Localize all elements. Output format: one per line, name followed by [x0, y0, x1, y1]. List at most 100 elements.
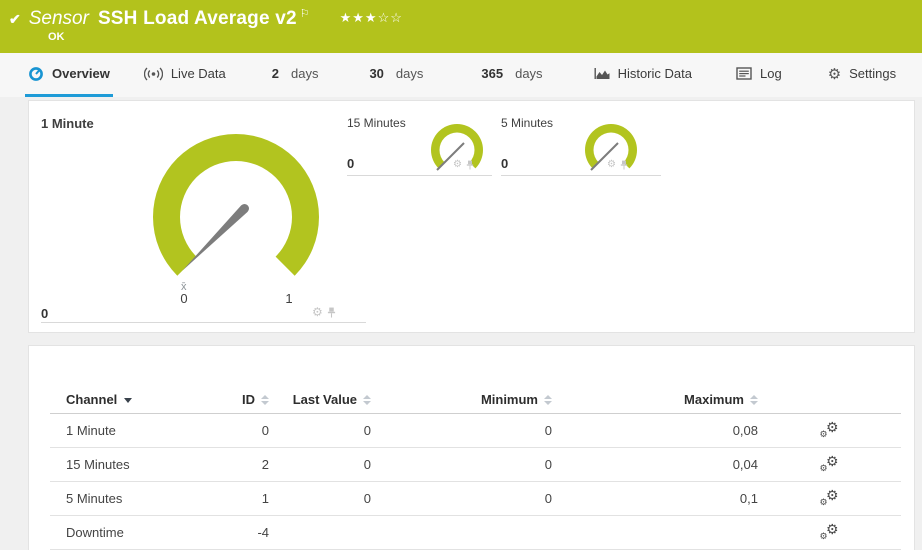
cell-minimum: 0: [371, 413, 552, 448]
status-badge: OK: [48, 31, 65, 43]
cell-channel[interactable]: 1 Minute: [50, 413, 190, 448]
sensor-kind-label: Sensor: [28, 8, 89, 29]
gear-icon: ⚙: [819, 462, 828, 473]
sort-toggle-icon: [544, 395, 552, 406]
gauge-5min-dial[interactable]: [579, 118, 643, 182]
tab-365-days-number: 365: [481, 66, 504, 81]
column-header-maximum[interactable]: Maximum: [552, 386, 758, 414]
column-header-id[interactable]: ID: [190, 386, 269, 414]
page-title: SSH Load Average v2: [97, 8, 297, 29]
gauge-15min-divider: [347, 175, 492, 176]
gauge-15min-settings-icon[interactable]: ⚙: [453, 159, 462, 170]
cell-channel[interactable]: 15 Minutes: [50, 447, 190, 482]
column-header-minimum[interactable]: Minimum: [371, 386, 552, 414]
gear-icon: ⚙: [825, 520, 839, 537]
tab-historic-data[interactable]: Historic Data: [591, 53, 695, 97]
channel-settings-icon[interactable]: ⚙ ⚙: [820, 520, 839, 541]
tab-log-label: Log: [759, 66, 782, 81]
channels-card: Channel ID Last Value Minimum Maximum 1 …: [28, 345, 915, 550]
cell-last-value: 0: [269, 481, 371, 516]
channel-settings-icon[interactable]: ⚙ ⚙: [819, 419, 839, 439]
table-header-row: Channel ID Last Value Minimum Maximum: [50, 386, 901, 414]
column-header-maximum-label: Maximum: [684, 391, 744, 407]
sort-toggle-icon: [750, 395, 758, 406]
tab-historic-data-label: Historic Data: [617, 66, 692, 81]
gear-icon: ⚙: [827, 65, 842, 83]
tab-live-data-label: Live Data: [170, 66, 226, 81]
gauges-card: 1 Minute x̄ 0 1 0 ⚙ 15 Minutes 0 ⚙ 5 Min…: [28, 100, 915, 333]
gauge-1min-pin-icon[interactable]: [327, 307, 336, 318]
gauge-1min-tick-max: 1: [285, 291, 293, 306]
cell-minimum: [371, 515, 552, 550]
gear-icon: ⚙: [825, 452, 839, 469]
gauge-1min-dial[interactable]: [146, 127, 326, 277]
cell-maximum: 0,1: [552, 481, 758, 516]
channel-settings-icon[interactable]: ⚙ ⚙: [819, 452, 839, 473]
gauge-1min-title: 1 Minute: [41, 116, 94, 131]
gear-icon: ⚙: [819, 428, 828, 439]
gauge-icon: [29, 66, 43, 81]
cell-minimum: 0: [371, 481, 552, 516]
tab-live-data[interactable]: Live Data: [141, 53, 229, 97]
stars-empty: ☆☆: [377, 10, 403, 25]
sort-toggle-icon: [363, 395, 371, 406]
gauge-15min-title: 15 Minutes: [347, 116, 406, 130]
gear-icon: ⚙: [819, 496, 828, 507]
tab-log[interactable]: Log: [733, 53, 785, 97]
cell-maximum: 0,04: [552, 447, 758, 482]
tab-30-days-label: days: [395, 66, 424, 81]
stars-filled: ★★★: [339, 10, 378, 25]
gauge-5min-divider: [501, 175, 661, 176]
column-header-last-value[interactable]: Last Value: [269, 386, 371, 414]
tab-2-days[interactable]: 2 days: [269, 53, 322, 97]
gauge-1min-value: 0: [41, 306, 49, 321]
gauge-1min-tick-min: 0: [180, 291, 188, 306]
gauge-15min-pin-icon[interactable]: [466, 160, 474, 170]
cell-last-value: 0: [269, 413, 371, 448]
cell-last-value: 0: [269, 447, 371, 482]
column-header-channel-label: Channel: [66, 391, 118, 407]
channel-settings-icon[interactable]: ⚙ ⚙: [819, 486, 839, 507]
gauge-needle: [182, 204, 249, 271]
tab-365-days[interactable]: 365 days: [478, 53, 545, 97]
sensor-page: ✔ Sensor SSH Load Average v2 ⚐ ★★★☆☆ OK …: [0, 0, 922, 550]
sort-desc-icon: [124, 397, 133, 403]
gauge-1min-settings-icon[interactable]: ⚙: [312, 305, 323, 319]
priority-stars[interactable]: ★★★☆☆: [340, 10, 403, 26]
column-header-channel[interactable]: Channel: [50, 386, 190, 414]
tab-settings[interactable]: ⚙ Settings: [825, 53, 899, 97]
tab-overview[interactable]: Overview: [25, 53, 113, 97]
tab-30-days[interactable]: 30 days: [366, 53, 426, 97]
cell-minimum: 0: [371, 447, 552, 482]
gauge-5min-pin-icon[interactable]: [620, 160, 628, 170]
tab-30-days-number: 30: [369, 66, 384, 81]
table-row: Downtime -4 ⚙ ⚙: [50, 515, 901, 550]
flag-icon[interactable]: ⚐: [300, 7, 310, 20]
channels-table: Channel ID Last Value Minimum Maximum 1 …: [50, 386, 901, 550]
cell-channel[interactable]: Downtime: [50, 515, 190, 550]
cell-id: -4: [190, 515, 269, 550]
tab-settings-label: Settings: [849, 66, 897, 81]
sensor-header: ✔ Sensor SSH Load Average v2 ⚐ ★★★☆☆ OK: [0, 0, 922, 53]
column-header-id-label: ID: [242, 391, 255, 407]
column-header-last-value-label: Last Value: [292, 391, 357, 407]
cell-id: 1: [190, 481, 269, 516]
gear-icon: ⚙: [825, 486, 839, 503]
gauge-1min-divider: [41, 322, 366, 323]
cell-id: 2: [190, 447, 269, 482]
cell-id: 0: [190, 413, 269, 448]
tab-bar: Overview Live Data 2 days 30 days 365 da…: [0, 53, 922, 97]
cell-channel[interactable]: 5 Minutes: [50, 481, 190, 516]
gauge-15min-dial[interactable]: [425, 118, 489, 182]
tab-2-days-label: days: [290, 66, 319, 81]
status-check-icon: ✔: [9, 11, 21, 27]
area-chart-icon: [594, 68, 610, 79]
gauge-5min-settings-icon[interactable]: ⚙: [607, 159, 616, 170]
sort-toggle-icon: [261, 395, 269, 406]
column-header-minimum-label: Minimum: [480, 391, 538, 407]
table-row: 15 Minutes 2 0 0 0,04 ⚙ ⚙: [50, 447, 901, 482]
log-list-icon: [736, 67, 752, 80]
tab-2-days-number: 2: [271, 66, 279, 81]
gauge-5min-value: 0: [501, 156, 509, 171]
tab-365-days-label: days: [515, 66, 543, 81]
